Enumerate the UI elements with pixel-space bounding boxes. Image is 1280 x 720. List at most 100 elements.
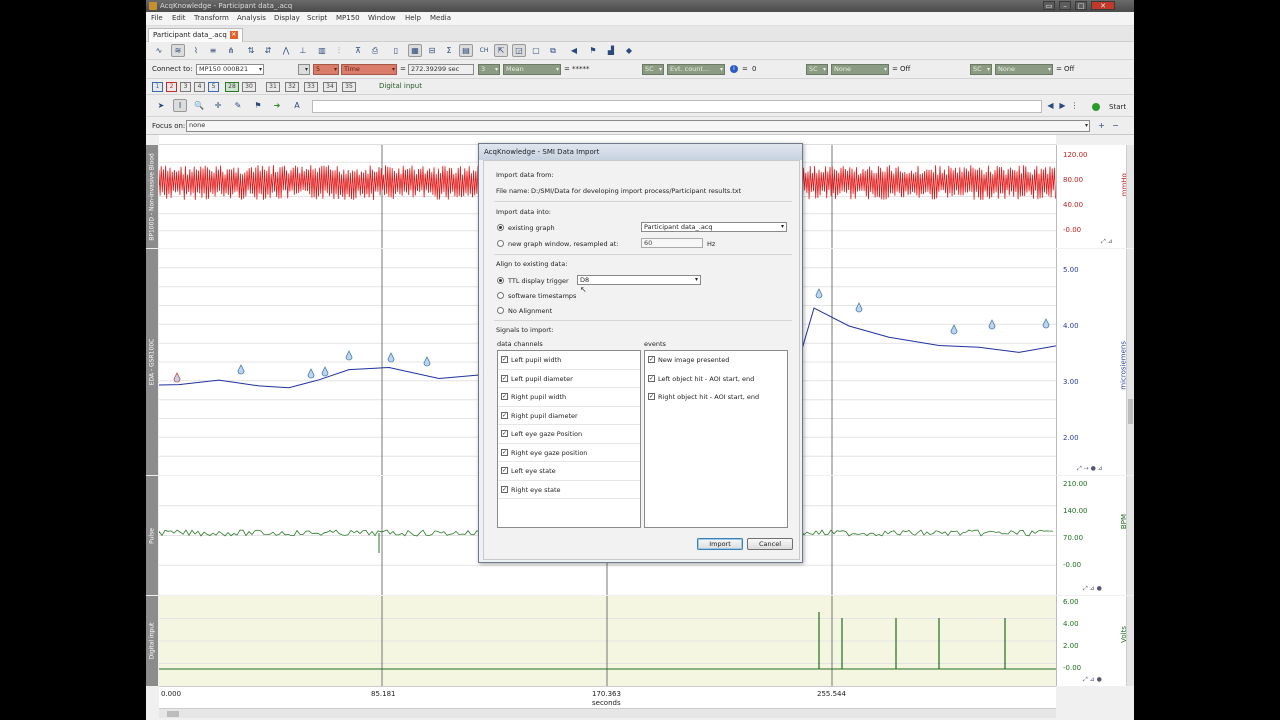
list-item[interactable]: ✓ Left object hit - AOI start, end [645, 370, 787, 389]
autoscale-icon[interactable]: ⇵ [261, 44, 275, 57]
measure5-channel-select[interactable]: SC ▾ [970, 64, 992, 75]
menu-window[interactable]: Window [368, 14, 396, 22]
multi-wave-icon[interactable]: ⋔ [224, 44, 238, 57]
menu-edit[interactable]: Edit [172, 14, 186, 22]
menu-script[interactable]: Script [307, 14, 327, 22]
marker-icon[interactable]: ⊼ [351, 44, 365, 57]
peaks-icon[interactable]: ⋀ [279, 44, 293, 57]
measure-icon[interactable]: ⊥ [296, 44, 310, 57]
horizontal-scrollbar[interactable] [159, 708, 1056, 718]
menu-file[interactable]: File [151, 14, 163, 22]
channel-button-35[interactable]: 35 [342, 82, 356, 92]
list-item[interactable]: ✓ Left pupil width [498, 351, 640, 370]
checkbox[interactable]: ✓ [501, 356, 508, 363]
menu-transform[interactable]: Transform [194, 14, 229, 22]
measure3-func-select[interactable]: Evt. count... ▾ [667, 64, 725, 75]
checkbox[interactable]: ✓ [501, 430, 508, 437]
zoom-tool-icon[interactable]: 🔍 [192, 99, 206, 112]
menu-analysis[interactable]: Analysis [237, 14, 266, 22]
checkbox[interactable]: ✓ [648, 356, 655, 363]
ruler-icon[interactable]: ⊟ [425, 44, 439, 57]
channel-button-32[interactable]: 32 [285, 82, 299, 92]
sigma-icon[interactable]: Σ [442, 44, 456, 57]
ttl-trigger-select[interactable]: D8 ▾ [577, 275, 701, 285]
measure-type-select[interactable]: Time ▾ [341, 64, 397, 75]
measure3-channel-select[interactable]: SC ▾ [642, 64, 664, 75]
checkbox[interactable]: ✓ [501, 467, 508, 474]
channel-button-31[interactable]: 31 [266, 82, 280, 92]
measure4-func-select[interactable]: None ▾ [831, 64, 889, 75]
select-icon[interactable]: ◲ [512, 44, 526, 57]
info-icon[interactable]: i [730, 65, 738, 73]
arrow-tool-icon[interactable]: ➤ [154, 99, 168, 112]
channels-icon[interactable]: CH [476, 44, 492, 57]
pencil-tool-icon[interactable]: ✎ [231, 99, 245, 112]
digital-scrollbar[interactable] [1126, 596, 1134, 686]
ibeam-tool-icon[interactable]: I [173, 99, 187, 112]
no-alignment-radio[interactable] [497, 307, 504, 314]
back-icon[interactable]: ◀ [567, 44, 581, 57]
text-tool-icon[interactable]: A [290, 99, 304, 112]
bars-icon[interactable]: ▥ [315, 44, 329, 57]
next-tool-icon[interactable]: ➜ [270, 99, 284, 112]
menu-display[interactable]: Display [274, 14, 300, 22]
checkbox[interactable]: ✓ [648, 393, 655, 400]
checkbox[interactable]: ✓ [648, 374, 655, 382]
existing-graph-select[interactable]: Participant data_.acq ▾ [641, 222, 787, 232]
measure4-channel-select[interactable]: SC ▾ [806, 64, 828, 75]
menu-help[interactable]: Help [405, 14, 421, 22]
minimize-icon[interactable]: – [1059, 1, 1071, 10]
horizontal-scroll-thumb[interactable] [167, 711, 179, 717]
measure5-func-select[interactable]: None ▾ [995, 64, 1053, 75]
channel-button-28[interactable]: 28 [225, 82, 239, 92]
checkbox[interactable]: ✓ [501, 411, 508, 419]
channel-button-30[interactable]: 30 [242, 82, 256, 92]
chart-icon[interactable]: ⌇ [189, 44, 203, 57]
bp-scrollbar[interactable] [1126, 145, 1134, 248]
channel-button-3[interactable]: 3 [180, 82, 191, 92]
grid-icon[interactable]: ▦ [408, 44, 422, 57]
eda-scroll-thumb[interactable] [1128, 399, 1133, 424]
print-icon[interactable]: ⎙ [368, 44, 382, 57]
list-item[interactable]: ✓ Left pupil diameter [498, 370, 640, 388]
tab-close-icon[interactable]: ✕ [229, 31, 238, 39]
marker-list-icon[interactable]: ⋮ [1069, 99, 1080, 112]
ttl-trigger-radio[interactable] [497, 277, 504, 284]
software-timestamps-radio[interactable] [497, 292, 504, 299]
list-item[interactable]: ✓ Right pupil width [498, 388, 640, 407]
overlap-icon[interactable]: ≋ [171, 44, 185, 57]
bp-scale-icon[interactable]: ⤢ ⊿ [1101, 238, 1113, 246]
maximize-icon[interactable]: □ [1075, 1, 1087, 10]
focus-select[interactable]: none ▾ [186, 120, 1090, 132]
eda-scale-icon[interactable]: ⤢ ⇢ ● ⊿ [1077, 465, 1103, 473]
checkbox[interactable]: ✓ [501, 393, 508, 400]
cursor-icon[interactable]: ⇱ [494, 44, 508, 57]
measure2-func-select[interactable]: Mean ▾ [503, 64, 561, 75]
menu-media[interactable]: Media [430, 14, 451, 22]
restore-icon[interactable]: ▭ [1043, 1, 1055, 10]
menu-mp150[interactable]: MP150 [336, 14, 360, 22]
channel-button-5[interactable]: 5 [208, 82, 219, 92]
channel-button-1[interactable]: 1 [152, 82, 163, 92]
channel-button-34[interactable]: 34 [323, 82, 337, 92]
list-item[interactable]: ✓ New image presented [645, 351, 787, 370]
copy-icon[interactable]: ⧉ [546, 44, 560, 57]
table-icon[interactable]: ▤ [459, 44, 473, 57]
scale-icon[interactable]: ⇅ [244, 44, 258, 57]
measure-menu-button[interactable]: ▾ [298, 64, 310, 75]
pulse-scale-icon[interactable]: ⤢ ⊿ ● [1083, 585, 1102, 593]
list-item[interactable]: ✓ Right eye gaze position [498, 444, 640, 462]
marker-tool-icon[interactable]: ⚑ [251, 99, 265, 112]
resample-rate-input[interactable]: 60 [641, 238, 703, 248]
new-window-radio[interactable] [497, 240, 504, 247]
existing-graph-radio[interactable] [497, 224, 504, 231]
move-tool-icon[interactable]: ✛ [211, 99, 225, 112]
compare-icon[interactable]: ⫶ [332, 44, 346, 57]
add-icon[interactable]: + [1096, 120, 1107, 131]
list-item[interactable]: ✓ Right object hit - AOI start, end [645, 388, 787, 407]
checkbox[interactable]: ✓ [501, 485, 508, 493]
device-select[interactable]: MP150 000B21 ▾ [196, 64, 264, 75]
checkbox[interactable]: ✓ [501, 448, 508, 456]
channel-number-select[interactable]: 5 ▾ [313, 64, 339, 75]
journal-icon[interactable]: ▯ [389, 44, 403, 57]
